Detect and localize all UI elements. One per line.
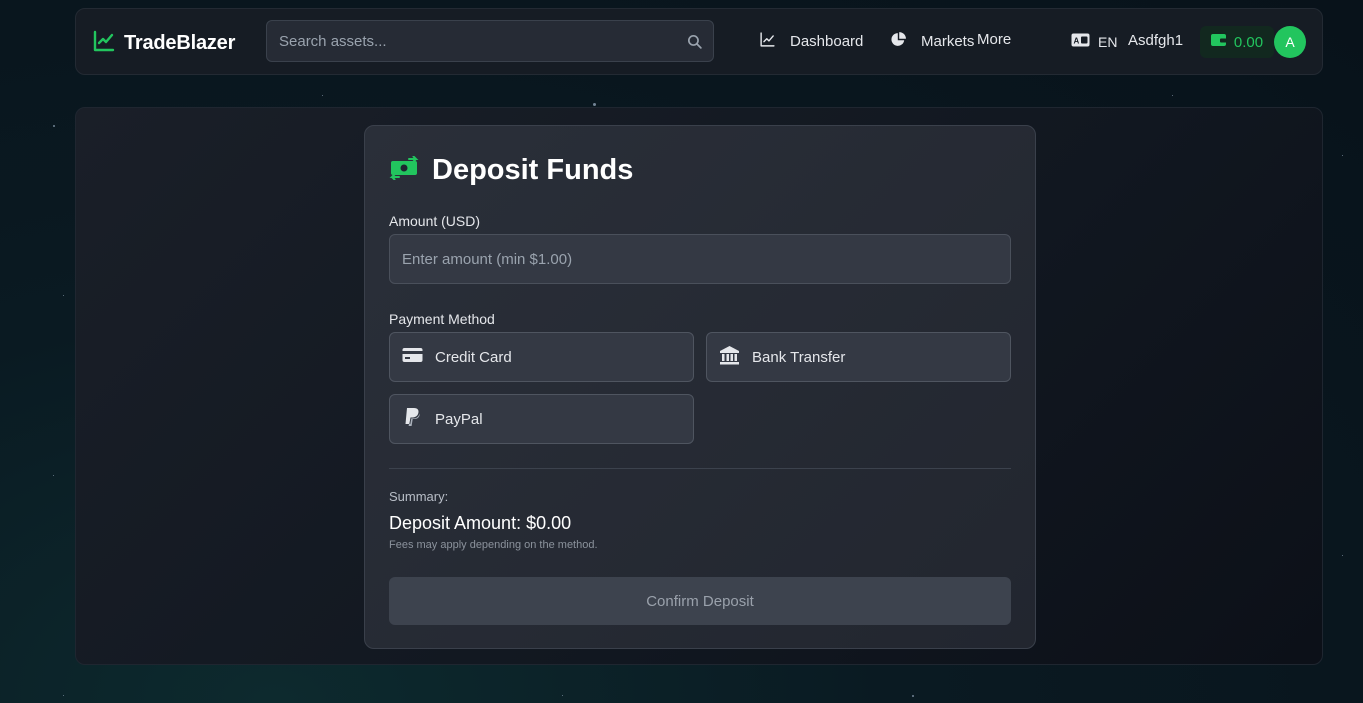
amount-label: Amount (USD) bbox=[389, 213, 481, 229]
bank-icon bbox=[719, 345, 740, 369]
star bbox=[322, 95, 323, 96]
fees-note: Fees may apply depending on the method. bbox=[389, 539, 598, 551]
star bbox=[562, 695, 563, 696]
search-input[interactable] bbox=[267, 21, 713, 61]
deposit-title: Deposit Funds bbox=[389, 154, 633, 187]
star bbox=[63, 295, 64, 296]
payment-method-label-text: Bank Transfer bbox=[752, 348, 846, 366]
wallet-amount: 0.00 bbox=[1233, 33, 1264, 51]
nav-markets[interactable]: Markets bbox=[890, 31, 974, 52]
svg-text:A: A bbox=[1074, 37, 1080, 46]
language-selector[interactable]: A EN bbox=[1071, 33, 1117, 50]
nav-markets-label: Markets bbox=[921, 33, 975, 50]
star bbox=[1342, 555, 1343, 556]
search-box bbox=[266, 20, 714, 62]
main-panel: Deposit Funds Amount (USD) Payment Metho… bbox=[75, 107, 1323, 665]
language-code: EN bbox=[1098, 33, 1118, 50]
nav-dashboard-label: Dashboard bbox=[790, 33, 864, 50]
top-navbar: TradeBlazer Dashboard Markets More bbox=[75, 8, 1323, 75]
pie-chart-icon bbox=[890, 31, 907, 52]
payment-method-bank-transfer[interactable]: Bank Transfer bbox=[706, 332, 1011, 382]
summary-label: Summary: bbox=[389, 489, 449, 504]
money-exchange-icon bbox=[389, 155, 419, 185]
payment-method-label-text: Credit Card bbox=[435, 348, 512, 366]
star bbox=[63, 695, 64, 696]
search-icon[interactable] bbox=[686, 33, 703, 50]
brand-logo[interactable]: TradeBlazer bbox=[92, 29, 235, 58]
credit-card-icon bbox=[402, 345, 423, 369]
star bbox=[53, 125, 55, 127]
amount-input[interactable] bbox=[390, 235, 1010, 283]
star bbox=[1172, 95, 1173, 96]
avatar[interactable]: A bbox=[1274, 26, 1306, 58]
payment-method-paypal[interactable]: PayPal bbox=[389, 394, 694, 444]
star bbox=[1342, 155, 1343, 156]
nav-dashboard[interactable]: Dashboard bbox=[759, 31, 863, 52]
star bbox=[53, 475, 54, 476]
wallet-balance[interactable]: 0.00 bbox=[1200, 26, 1274, 58]
deposit-card: Deposit Funds Amount (USD) Payment Metho… bbox=[364, 125, 1036, 649]
deposit-title-text: Deposit Funds bbox=[432, 154, 634, 186]
amount-field-wrapper bbox=[389, 234, 1011, 284]
nav-more-label: More bbox=[977, 31, 1012, 48]
username[interactable]: Asdfgh1 bbox=[1128, 32, 1183, 49]
divider bbox=[389, 468, 1011, 469]
nav-more[interactable]: More bbox=[977, 31, 1011, 48]
language-icon: A bbox=[1071, 33, 1090, 50]
confirm-deposit-button[interactable]: Confirm Deposit bbox=[389, 577, 1011, 625]
chart-line-icon bbox=[92, 29, 116, 58]
star bbox=[593, 103, 596, 106]
avatar-initial: A bbox=[1285, 34, 1295, 50]
payment-method-credit-card[interactable]: Credit Card bbox=[389, 332, 694, 382]
star bbox=[912, 695, 914, 697]
payment-method-label: Payment Method bbox=[389, 311, 495, 327]
wallet-icon bbox=[1210, 33, 1227, 51]
summary-deposit-amount: Deposit Amount: $0.00 bbox=[389, 513, 572, 533]
paypal-icon bbox=[402, 407, 423, 431]
chart-line-icon bbox=[759, 31, 776, 52]
payment-method-label-text: PayPal bbox=[435, 410, 483, 428]
brand-name: TradeBlazer bbox=[124, 32, 236, 54]
